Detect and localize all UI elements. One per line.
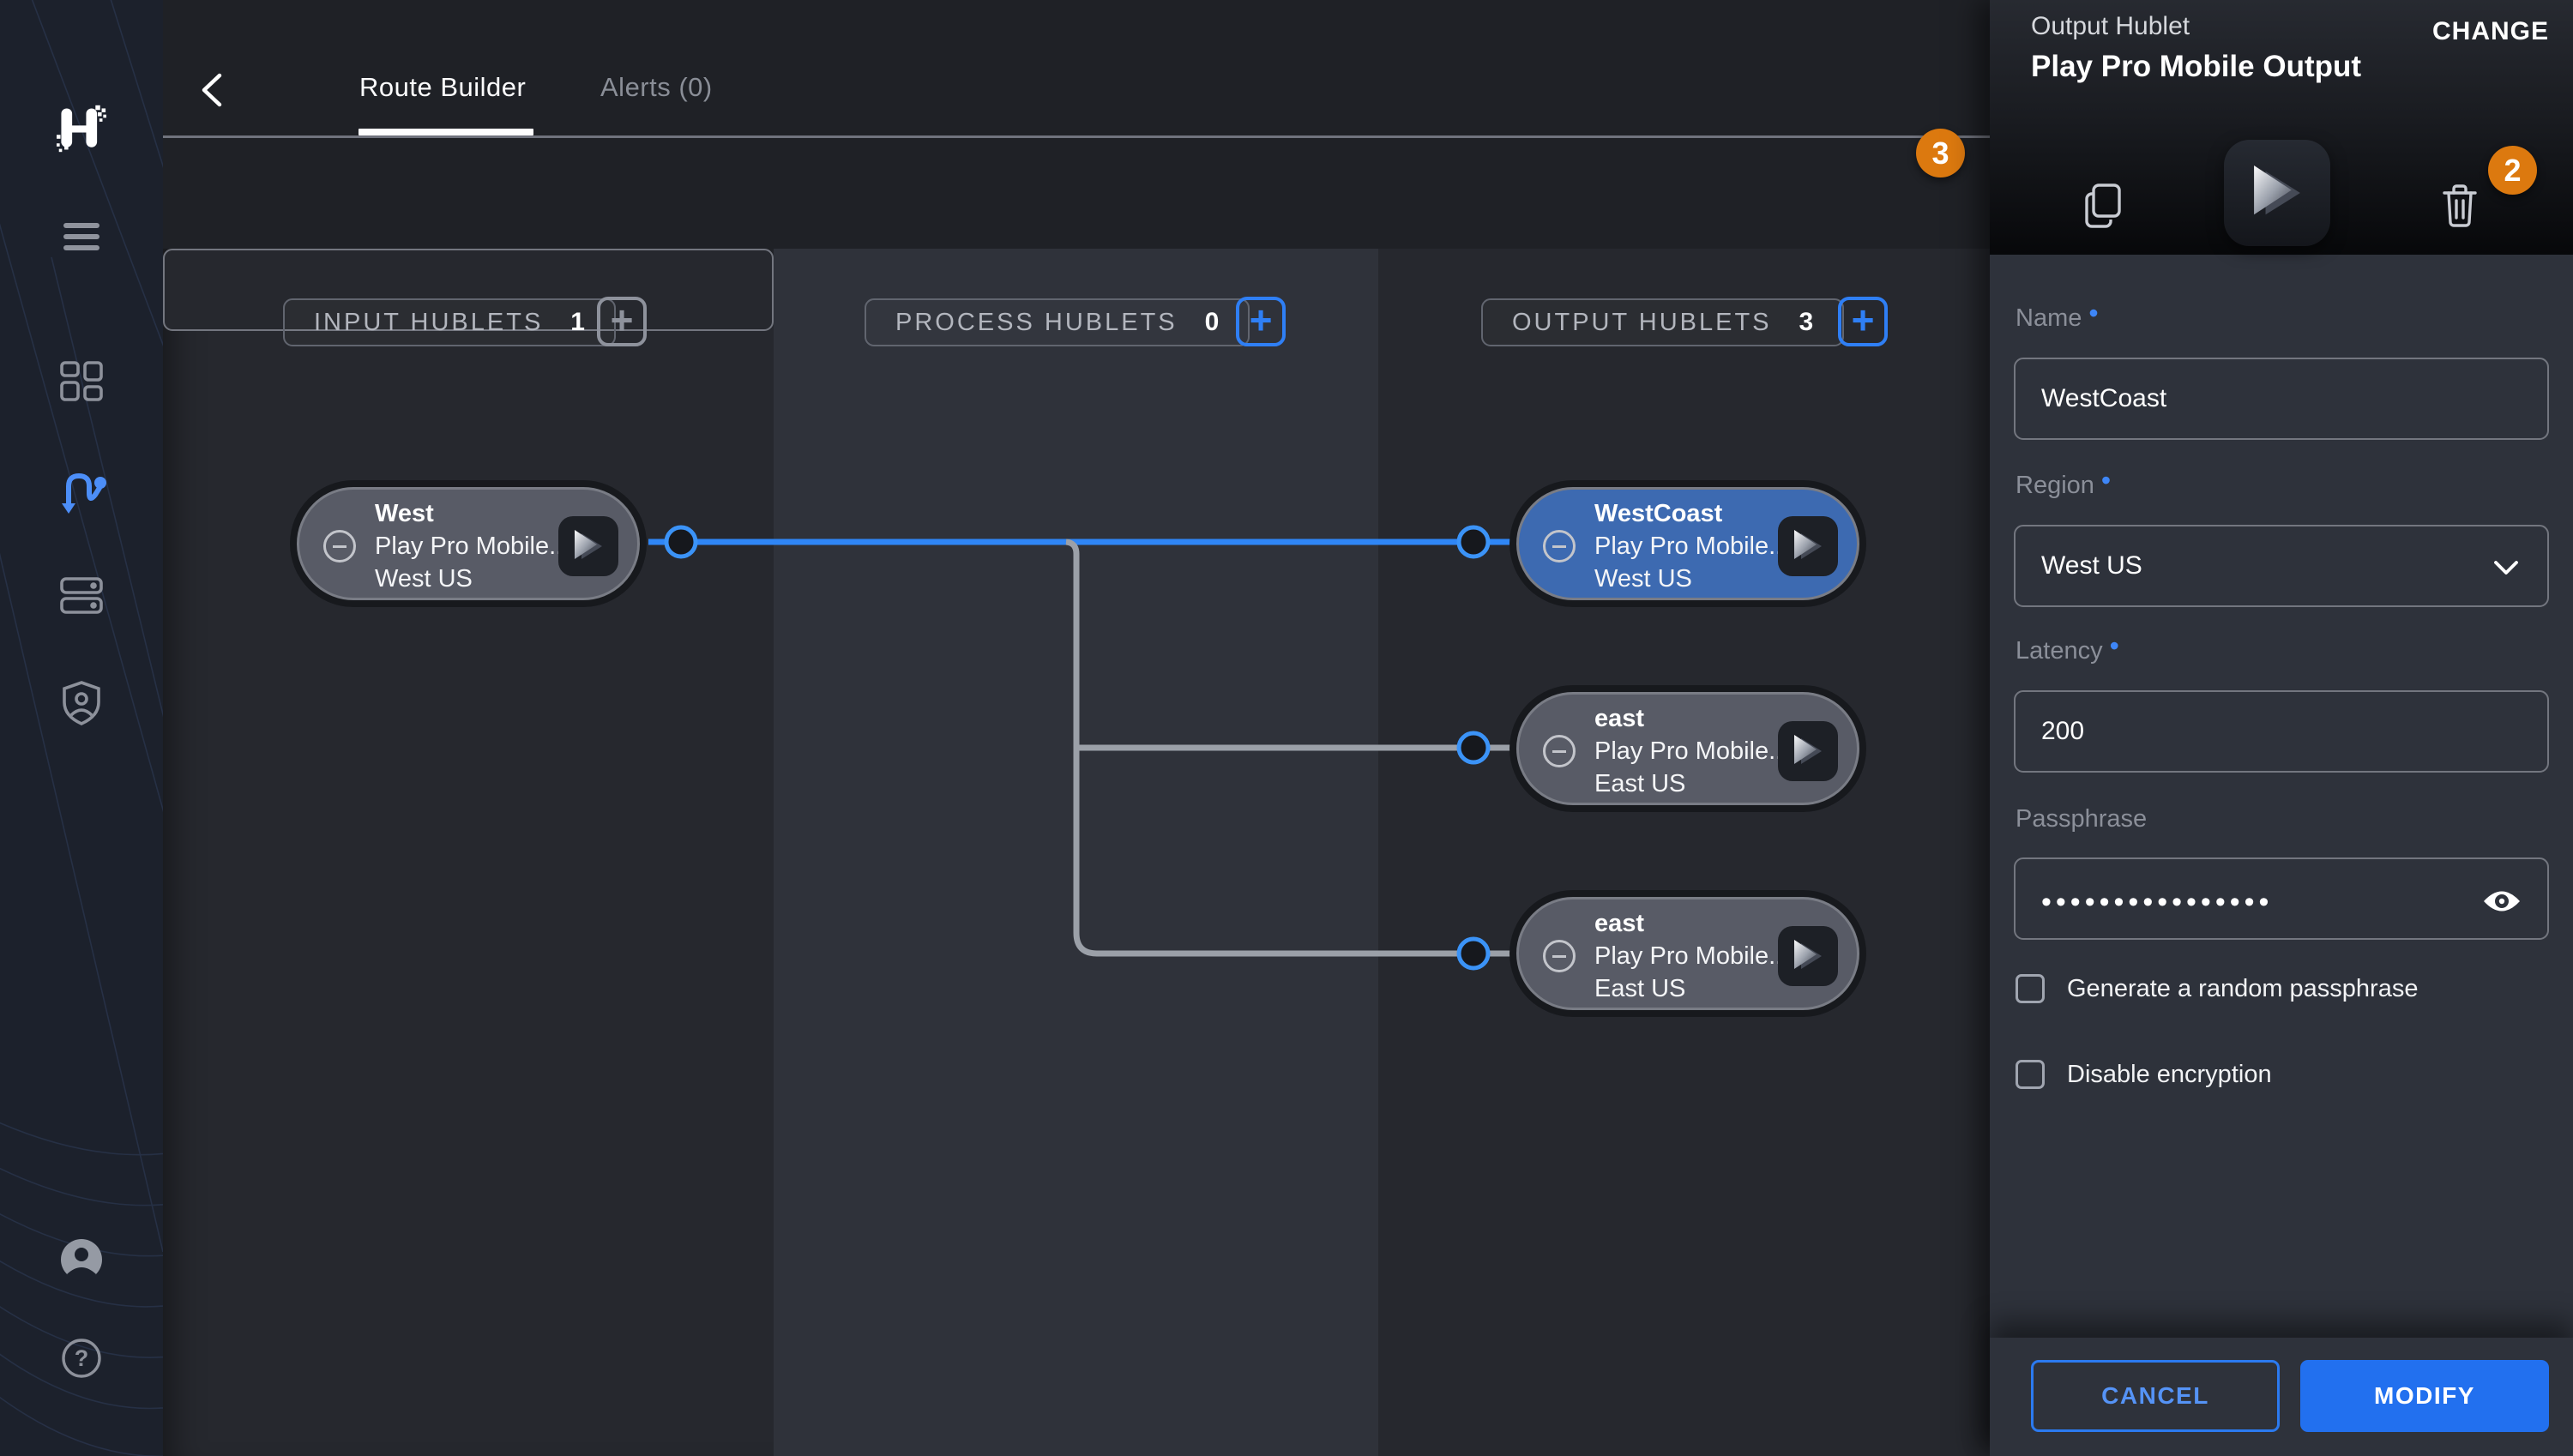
- region-value: West US: [2041, 551, 2142, 581]
- collapse-node-icon[interactable]: [1543, 735, 1576, 767]
- passphrase-label: Passphrase: [2016, 805, 2147, 833]
- node-subtitle: Play Pro Mobile...: [1594, 735, 1789, 767]
- play-pro-app-icon: [2224, 140, 2330, 246]
- svg-text:?: ?: [75, 1345, 89, 1371]
- collapse-node-icon[interactable]: [1543, 530, 1576, 563]
- port-output-east2[interactable]: [1459, 939, 1488, 968]
- main-area: Route Builder Alerts (0) NoStream LATENC…: [163, 0, 1990, 1456]
- sidebar-item-hubs[interactable]: [0, 576, 163, 616]
- play-pro-icon: [558, 516, 618, 576]
- node-region: West US: [375, 563, 569, 595]
- disable-encryption-row: Disable encryption: [2016, 1060, 2272, 1089]
- port-output-westcoast[interactable]: [1459, 527, 1488, 557]
- collapse-node-icon[interactable]: [1543, 940, 1576, 972]
- route-builder-app: ? Route Builder Alerts (0) NoStream: [0, 0, 2573, 1456]
- latency-field-value: 200: [2041, 717, 2084, 746]
- hublet-title: Play Pro Mobile Output: [2031, 50, 2361, 84]
- port-input-west[interactable]: [666, 527, 696, 557]
- sidebar-item-dashboard[interactable]: [0, 360, 163, 403]
- required-marker: •: [2088, 298, 2098, 328]
- panel-footer: CANCEL MODIFY: [1990, 1338, 2573, 1456]
- node-title: east: [1594, 702, 1789, 735]
- unsaved-changes-badge: 3: [1916, 129, 1965, 177]
- node-title: West: [375, 497, 569, 530]
- node-region: West US: [1594, 563, 1789, 595]
- generate-passphrase-row: Generate a random passphrase: [2016, 974, 2418, 1003]
- panel-cancel-button[interactable]: CANCEL: [2031, 1360, 2280, 1432]
- active-tab-underline: [359, 129, 533, 135]
- generate-passphrase-checkbox[interactable]: [2016, 974, 2045, 1003]
- hublet-node-output-east1[interactable]: east Play Pro Mobile... East US: [1516, 692, 1859, 805]
- region-label: Region•: [2016, 472, 2111, 500]
- node-subtitle: Play Pro Mobile...: [375, 530, 569, 563]
- chevron-down-icon: [2494, 561, 2518, 575]
- route-canvas: INPUT HUBLETS 1 + PROCESS HUBLETS 0 + OU…: [163, 249, 1990, 1456]
- app-logo: [0, 103, 163, 154]
- hamburger-menu-icon[interactable]: [0, 221, 163, 252]
- delete-count-badge: 2: [2488, 146, 2537, 195]
- back-button[interactable]: [197, 72, 228, 108]
- sidebar: ?: [0, 0, 163, 1456]
- tab-route-builder[interactable]: Route Builder: [359, 72, 526, 103]
- disable-encryption-checkbox[interactable]: [2016, 1060, 2045, 1089]
- required-marker: •: [2110, 630, 2119, 661]
- node-title: east: [1594, 907, 1789, 940]
- node-region: East US: [1594, 767, 1789, 800]
- play-pro-icon: [1778, 516, 1838, 576]
- required-marker: •: [2101, 465, 2111, 496]
- passphrase-field[interactable]: ••••••••••••••••: [2014, 857, 2549, 940]
- duplicate-icon[interactable]: [2077, 180, 2129, 232]
- port-output-east1[interactable]: [1459, 733, 1488, 762]
- latency-field[interactable]: 200: [2014, 690, 2549, 773]
- sidebar-item-security[interactable]: [0, 680, 163, 726]
- change-button[interactable]: CHANGE: [2432, 17, 2549, 46]
- name-field[interactable]: WestCoast: [2014, 358, 2549, 440]
- collapse-node-icon[interactable]: [323, 530, 356, 563]
- node-region: East US: [1594, 972, 1789, 1005]
- hublet-detail-panel: Output Hublet Play Pro Mobile Output CHA…: [1990, 0, 2573, 1456]
- route-connections: [163, 249, 1990, 1456]
- region-select[interactable]: West US: [2014, 525, 2549, 607]
- avatar-icon[interactable]: [0, 1238, 163, 1281]
- sidebar-item-routes[interactable]: [0, 467, 163, 517]
- hublet-type-label: Output Hublet: [2031, 12, 2190, 41]
- panel-header: Output Hublet Play Pro Mobile Output CHA…: [1990, 0, 2573, 255]
- tab-bar: Route Builder Alerts (0): [163, 0, 1990, 137]
- hublet-node-input-west[interactable]: West Play Pro Mobile... West US: [297, 487, 640, 600]
- tab-alerts[interactable]: Alerts (0): [600, 72, 713, 103]
- generate-passphrase-label: Generate a random passphrase: [2067, 975, 2418, 1003]
- show-passphrase-icon[interactable]: [2482, 888, 2522, 914]
- node-subtitle: Play Pro Mobile...: [1594, 940, 1789, 972]
- play-pro-icon: [1778, 926, 1838, 986]
- hublet-node-output-westcoast[interactable]: WestCoast Play Pro Mobile... West US: [1516, 487, 1859, 600]
- node-title: WestCoast: [1594, 497, 1789, 530]
- toolbar: NoStream LATENCY: Improved Reliability C…: [163, 137, 1990, 249]
- help-icon[interactable]: ?: [0, 1338, 163, 1379]
- play-pro-icon: [1778, 721, 1838, 781]
- modify-button[interactable]: MODIFY: [2300, 1360, 2549, 1432]
- latency-field-label: Latency•: [2016, 637, 2119, 665]
- name-value: WestCoast: [2041, 384, 2166, 413]
- name-label: Name•: [2016, 304, 2099, 333]
- node-subtitle: Play Pro Mobile...: [1594, 530, 1789, 563]
- disable-encryption-label: Disable encryption: [2067, 1061, 2272, 1089]
- hublet-node-output-east2[interactable]: east Play Pro Mobile... East US: [1516, 897, 1859, 1010]
- delete-icon[interactable]: [2434, 180, 2486, 232]
